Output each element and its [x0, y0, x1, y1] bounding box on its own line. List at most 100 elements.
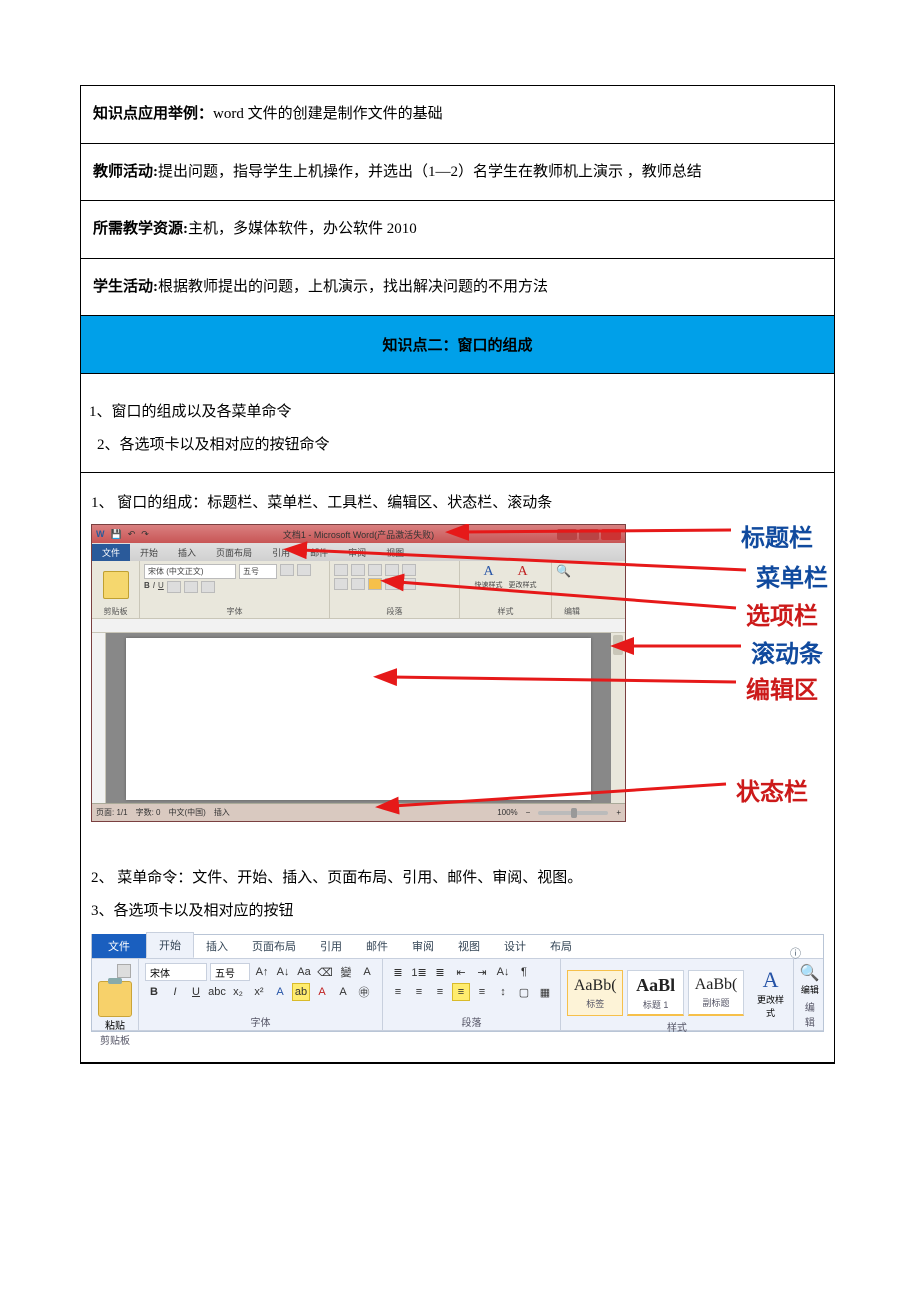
- r2-sub-icon[interactable]: x₂: [229, 983, 247, 1001]
- undo-icon[interactable]: ↶: [128, 529, 136, 540]
- r2-tab-home[interactable]: 开始: [146, 932, 194, 958]
- r2-grow-icon[interactable]: A↑: [253, 963, 271, 981]
- italic-icon[interactable]: I: [153, 581, 155, 593]
- font-select[interactable]: 宋体 (中文正文): [144, 564, 236, 579]
- shrink-font-icon[interactable]: [297, 564, 311, 576]
- r2-texteffect-icon[interactable]: A: [271, 983, 289, 1001]
- r2-borders-icon[interactable]: ▦: [536, 983, 554, 1001]
- align-left-icon[interactable]: [334, 578, 348, 590]
- tab-file[interactable]: 文件: [92, 544, 130, 561]
- zoom-slider[interactable]: [538, 811, 608, 815]
- r2-enclose-icon[interactable]: ㊥: [355, 983, 373, 1001]
- r2-underline-icon[interactable]: U: [187, 983, 205, 1001]
- paste-icon[interactable]: [103, 571, 129, 599]
- r2-right-icon[interactable]: ≡: [431, 983, 449, 1001]
- r2-aa-icon[interactable]: Aa: [295, 963, 313, 981]
- bullets-icon[interactable]: [334, 564, 348, 576]
- cut-icon[interactable]: [117, 964, 131, 978]
- strike-icon[interactable]: [167, 581, 181, 593]
- multilevel-icon[interactable]: [368, 564, 382, 576]
- status-page[interactable]: 页面: 1/1: [96, 807, 128, 818]
- r2-bold-icon[interactable]: B: [145, 983, 163, 1001]
- r2-distribute-icon[interactable]: ≡: [473, 983, 491, 1001]
- scroll-thumb[interactable]: [613, 635, 623, 655]
- r2-highlight-icon[interactable]: ab: [292, 983, 310, 1001]
- window-controls[interactable]: [557, 529, 621, 540]
- r2-charshade-icon[interactable]: A: [334, 983, 352, 1001]
- r2-font-select[interactable]: 宋体: [145, 963, 207, 981]
- help-icon[interactable]: ⓘ: [778, 941, 813, 965]
- tab-layout[interactable]: 页面布局: [206, 544, 262, 561]
- bold-icon[interactable]: B: [144, 581, 150, 593]
- tab-insert[interactable]: 插入: [168, 544, 206, 561]
- r2-fontcolor-icon[interactable]: A: [313, 983, 331, 1001]
- find-icon[interactable]: 🔍: [556, 564, 571, 578]
- r2-dec-indent-icon[interactable]: ⇤: [452, 963, 470, 981]
- r2-sup-icon[interactable]: x²: [250, 983, 268, 1001]
- numbers-icon[interactable]: [351, 564, 365, 576]
- r2-sort-icon[interactable]: A↓: [494, 963, 512, 981]
- r2-tab-view[interactable]: 视图: [446, 934, 492, 958]
- tab-mail[interactable]: 邮件: [300, 544, 338, 561]
- r2-shrink-icon[interactable]: A↓: [274, 963, 292, 981]
- maximize-icon[interactable]: [579, 529, 599, 540]
- style-card-1[interactable]: AaBb( 标签: [567, 970, 623, 1016]
- sub-icon[interactable]: [184, 581, 198, 593]
- change-style-big-icon[interactable]: A: [754, 967, 787, 993]
- zoom-in-icon[interactable]: +: [616, 808, 621, 817]
- quick-styles-icon[interactable]: A: [475, 564, 503, 580]
- r2-center-icon[interactable]: ≡: [410, 983, 428, 1001]
- r2-tab-file[interactable]: 文件: [92, 934, 146, 958]
- line-spacing-icon[interactable]: [402, 578, 416, 590]
- r2-numbers-icon[interactable]: 1≣: [410, 963, 428, 981]
- sup-icon[interactable]: [201, 581, 215, 593]
- r2-linespace-icon[interactable]: ↕: [494, 983, 512, 1001]
- r2-border-icon[interactable]: A: [358, 963, 376, 981]
- horizontal-ruler[interactable]: [92, 619, 625, 633]
- underline-icon[interactable]: U: [158, 581, 164, 593]
- style-card-3[interactable]: AaBb( 副标题: [688, 970, 744, 1016]
- tab-view[interactable]: 视图: [376, 544, 414, 561]
- tab-home[interactable]: 开始: [130, 544, 168, 561]
- r2-strike-icon[interactable]: abc: [208, 983, 226, 1001]
- indent-inc-icon[interactable]: [402, 564, 416, 576]
- r2-tab-mail[interactable]: 邮件: [354, 934, 400, 958]
- r2-find-icon[interactable]: 🔍: [800, 963, 820, 983]
- r2-tab-design[interactable]: 设计: [492, 934, 538, 958]
- r2-tab-review[interactable]: 审阅: [400, 934, 446, 958]
- qat-icons[interactable]: W 💾 ↶ ↷: [96, 529, 149, 540]
- size-select[interactable]: 五号: [239, 564, 277, 579]
- r2-tab-layout2[interactable]: 布局: [538, 934, 584, 958]
- close-icon[interactable]: [601, 529, 621, 540]
- tab-refs[interactable]: 引用: [262, 544, 300, 561]
- status-zoom[interactable]: 100%: [497, 808, 517, 817]
- r2-clear-icon[interactable]: ⌫: [316, 963, 334, 981]
- minimize-icon[interactable]: [557, 529, 577, 540]
- r2-multilevel-icon[interactable]: ≣: [431, 963, 449, 981]
- vertical-ruler[interactable]: [92, 633, 106, 803]
- word-titlebar[interactable]: W 💾 ↶ ↷ 文档1 - Microsoft Word(产品激活失败): [92, 525, 625, 543]
- r2-tab-layout[interactable]: 页面布局: [240, 934, 308, 958]
- r2-bullets-icon[interactable]: ≣: [389, 963, 407, 981]
- status-mode[interactable]: 插入: [214, 807, 230, 818]
- tab-review[interactable]: 审阅: [338, 544, 376, 561]
- r2-left-icon[interactable]: ≡: [389, 983, 407, 1001]
- status-lang[interactable]: 中文(中国): [168, 807, 205, 818]
- document-page[interactable]: [126, 638, 591, 800]
- align-right-icon[interactable]: [368, 578, 382, 590]
- r2-phonetic-icon[interactable]: 變: [337, 963, 355, 981]
- save-icon[interactable]: 💾: [111, 529, 122, 540]
- r2-inc-indent-icon[interactable]: ⇥: [473, 963, 491, 981]
- r2-showmark-icon[interactable]: ¶: [515, 963, 533, 981]
- r2-shading-icon[interactable]: ▢: [515, 983, 533, 1001]
- justify-icon[interactable]: [385, 578, 399, 590]
- r2-tab-insert[interactable]: 插入: [194, 934, 240, 958]
- r2-justify-icon[interactable]: ≡: [452, 983, 470, 1001]
- vertical-scrollbar[interactable]: [611, 633, 625, 803]
- style-card-2[interactable]: AaBl 标题 1: [627, 970, 683, 1016]
- change-styles-icon[interactable]: A: [509, 564, 537, 580]
- r2-size-select[interactable]: 五号: [210, 963, 250, 981]
- zoom-out-icon[interactable]: −: [526, 808, 531, 817]
- redo-icon[interactable]: ↷: [141, 529, 149, 540]
- paste-big-icon[interactable]: [98, 981, 132, 1017]
